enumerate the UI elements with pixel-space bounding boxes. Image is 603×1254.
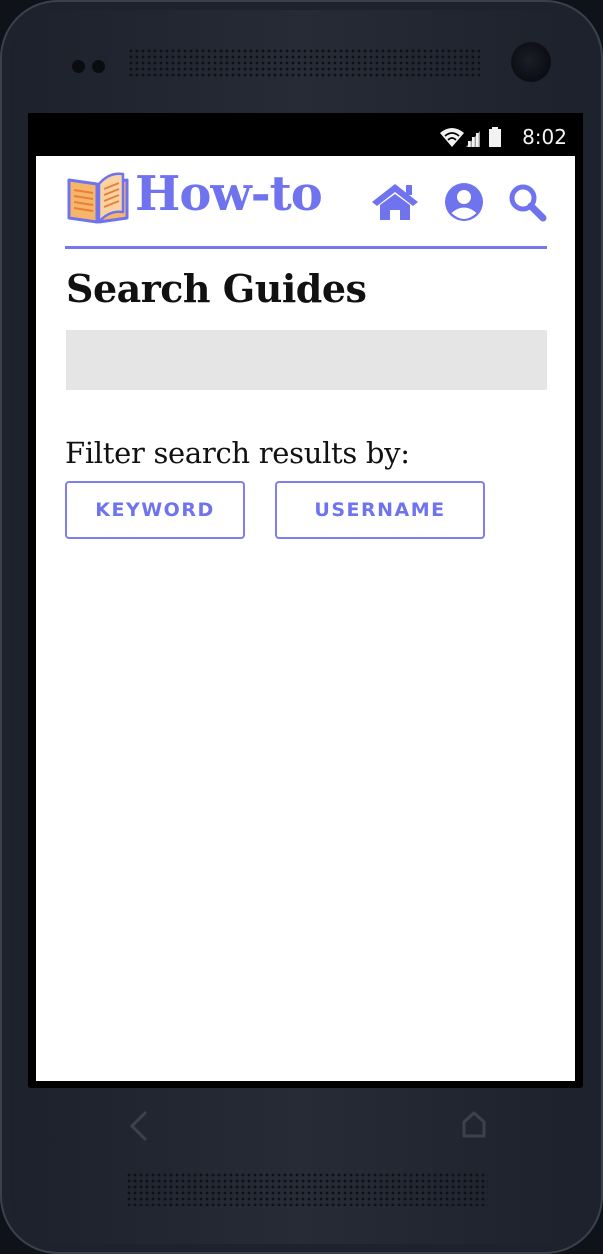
filter-keyword-label: KEYWORD — [95, 499, 215, 521]
filter-label: Filter search results by: — [65, 436, 410, 470]
earpiece-speaker — [128, 48, 480, 78]
open-book-icon[interactable] — [65, 170, 131, 226]
search-input[interactable] — [66, 330, 547, 390]
front-camera — [511, 42, 551, 82]
filter-username-label: USERNAME — [314, 499, 446, 521]
filter-username-button[interactable]: USERNAME — [275, 481, 485, 539]
brand-title[interactable]: How-to — [135, 166, 323, 222]
sensor-dots — [72, 60, 112, 74]
wifi-icon — [440, 128, 464, 147]
status-time: 8:02 — [522, 125, 567, 149]
filter-keyword-button[interactable]: KEYWORD — [65, 481, 245, 539]
search-icon[interactable] — [507, 182, 547, 222]
home-outline-icon[interactable] — [460, 1108, 488, 1140]
status-icons — [440, 127, 501, 147]
app-screen: How-to Search Guides Filter search resul… — [36, 156, 575, 1081]
back-chevron-icon[interactable] — [126, 1104, 152, 1148]
app-header: How-to — [65, 166, 547, 248]
signal-icon — [466, 131, 480, 147]
home-icon[interactable] — [370, 182, 420, 222]
battery-icon — [489, 127, 501, 147]
bottom-speaker — [126, 1172, 488, 1206]
page-title: Search Guides — [66, 266, 367, 311]
status-bar: 8:02 — [28, 113, 583, 156]
screen: 8:02 How-to Search Guides Filter search … — [28, 113, 583, 1088]
header-divider — [65, 246, 547, 249]
phone-device-frame: 8:02 How-to Search Guides Filter search … — [0, 0, 603, 1254]
user-icon[interactable] — [444, 182, 484, 222]
